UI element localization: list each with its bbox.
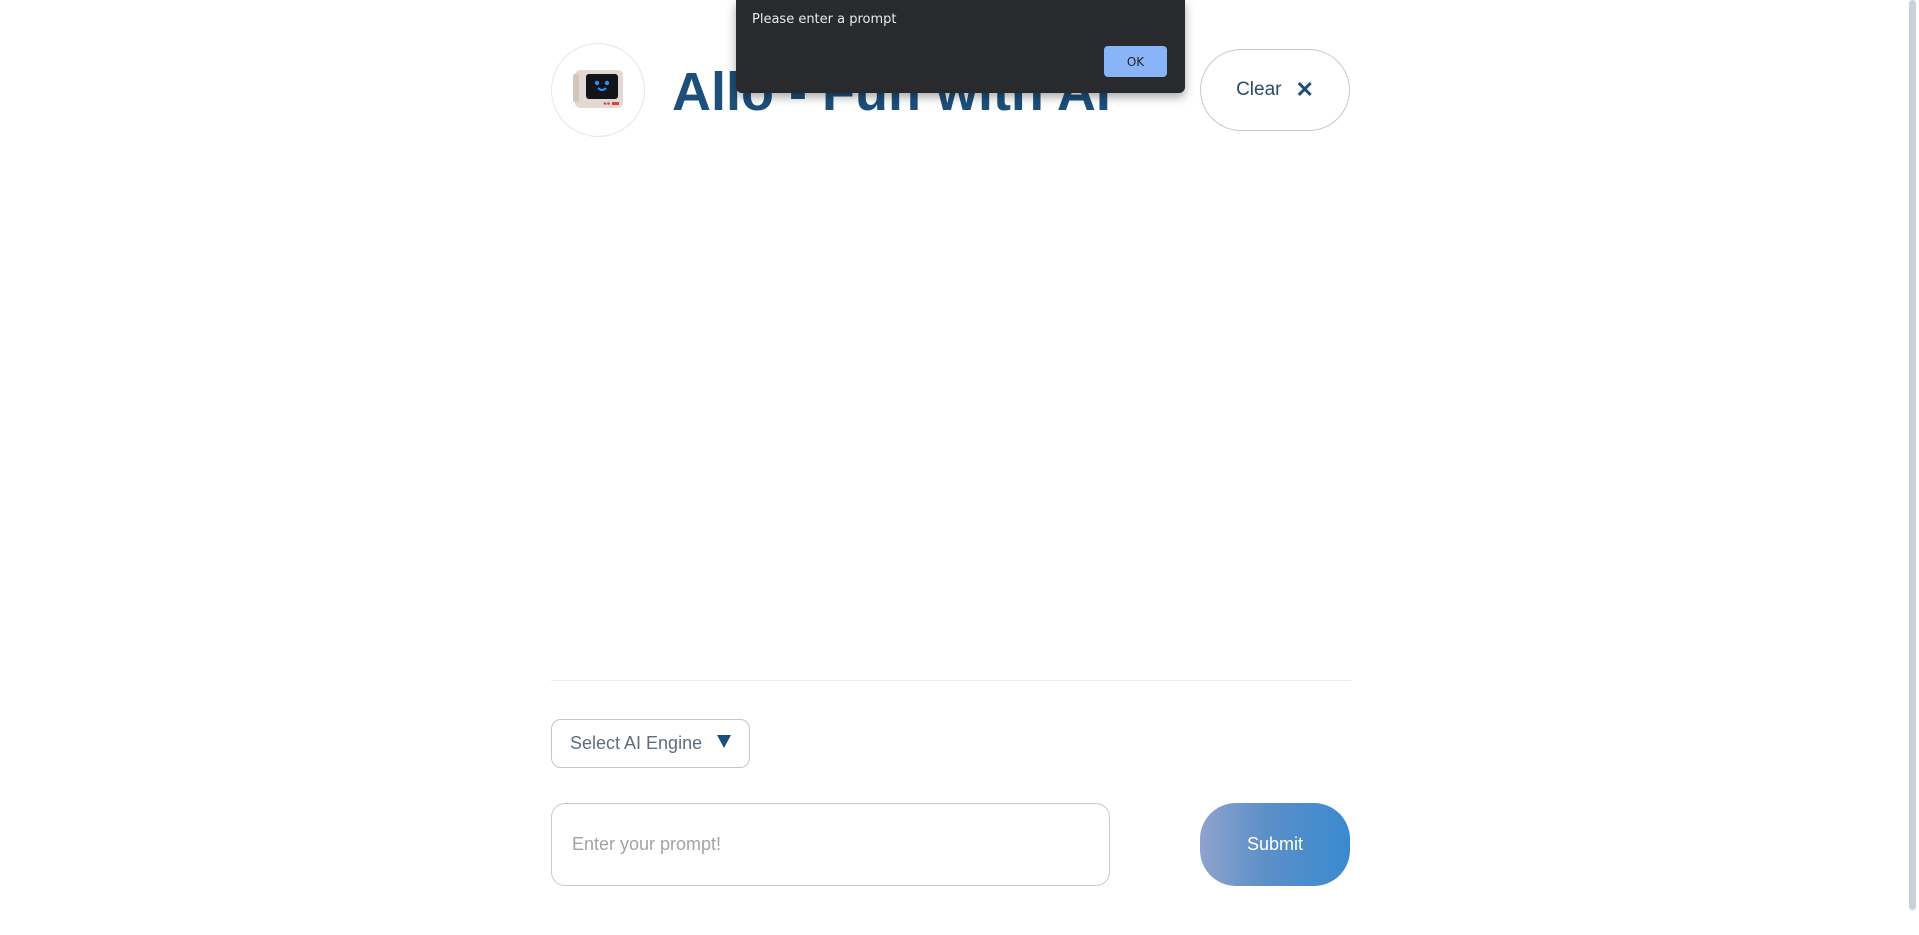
ai-engine-select-value: Select AI Engine bbox=[570, 733, 703, 753]
submit-button[interactable]: Submit bbox=[1200, 803, 1350, 886]
clear-button-label: Clear bbox=[1236, 79, 1282, 100]
app-logo bbox=[551, 43, 645, 137]
robot-icon bbox=[573, 70, 623, 108]
scrollbar[interactable] bbox=[1904, 0, 1919, 935]
alert-dialog: Please enter a prompt OK bbox=[736, 0, 1185, 93]
divider bbox=[551, 680, 1351, 681]
clear-button[interactable]: Clear ✕ bbox=[1200, 49, 1350, 131]
page: Allo - Fun with AI Clear ✕ Select AI Eng… bbox=[0, 0, 1919, 935]
prompt-input[interactable] bbox=[551, 803, 1110, 886]
ai-engine-select[interactable]: Select AI Engine bbox=[551, 719, 750, 768]
alert-message: Please enter a prompt bbox=[752, 12, 897, 27]
scrollbar-thumb[interactable] bbox=[1909, 0, 1916, 910]
close-icon: ✕ bbox=[1295, 77, 1314, 102]
alert-ok-button[interactable]: OK bbox=[1104, 46, 1167, 77]
caret-down-icon bbox=[717, 735, 731, 748]
